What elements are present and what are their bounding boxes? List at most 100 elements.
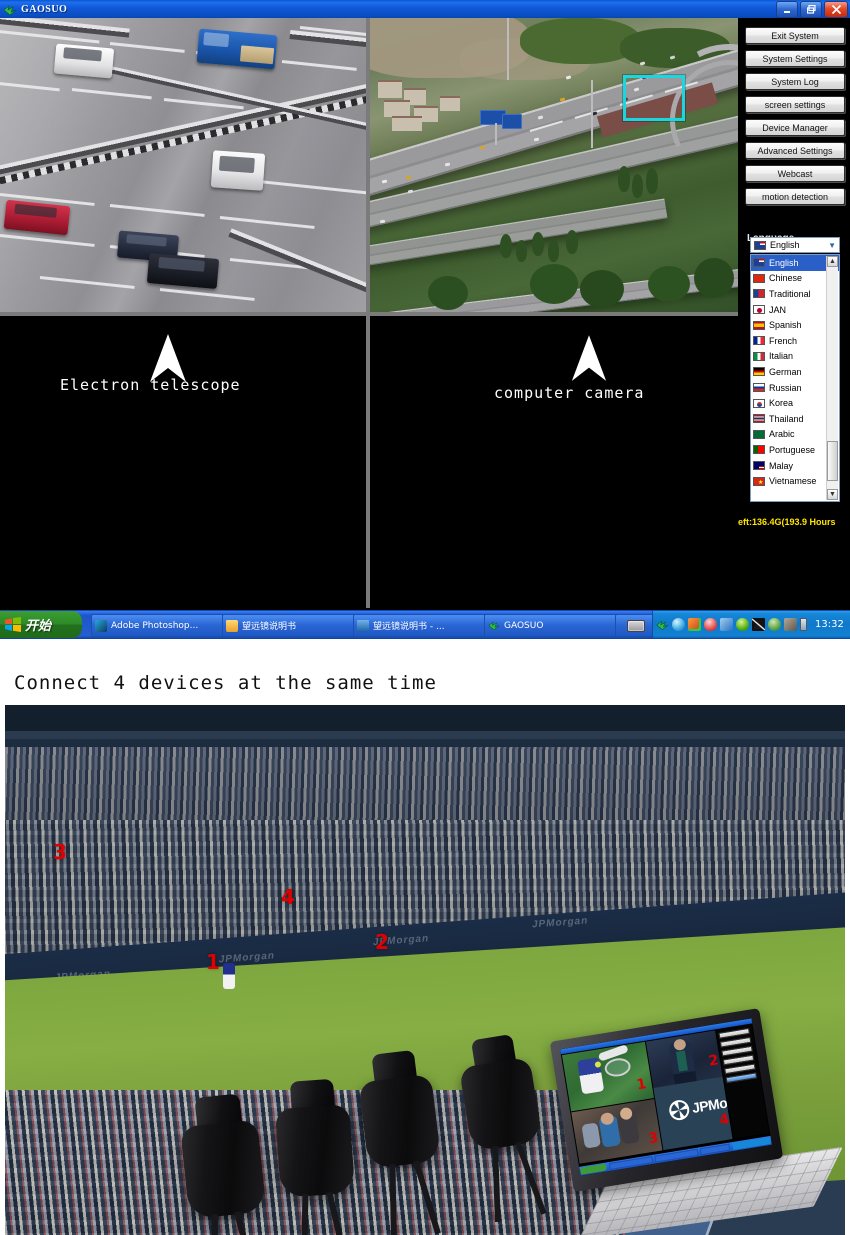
disk-status-text: eft:136.4G(193.9 Hours bbox=[738, 517, 836, 527]
flag-my-icon bbox=[753, 461, 765, 471]
taskbar-item-photoshop[interactable]: Adobe Photoshop... bbox=[91, 614, 224, 637]
gaosuo-tray-icon[interactable] bbox=[656, 618, 669, 631]
language-select[interactable]: English ▼ bbox=[750, 237, 840, 253]
photoshop-icon bbox=[95, 619, 107, 632]
refresh-icon[interactable] bbox=[768, 618, 781, 631]
qq-icon[interactable] bbox=[704, 618, 717, 631]
flag-sa-icon bbox=[753, 429, 765, 439]
window-title-bar: GAOSUO bbox=[0, 0, 850, 18]
app-icon bbox=[3, 3, 17, 16]
caption-text: Connect 4 devices at the same time bbox=[14, 671, 437, 694]
scroll-up-button[interactable]: ▲ bbox=[827, 256, 838, 267]
flag-us-icon bbox=[754, 240, 766, 250]
flag-vn-icon: ★ bbox=[753, 476, 765, 486]
scroll-down-button[interactable]: ▼ bbox=[827, 489, 838, 500]
language-select-value: English bbox=[770, 240, 800, 250]
highway-scene bbox=[0, 18, 366, 312]
taskbar-item-keyboard[interactable] bbox=[615, 614, 657, 637]
taskbar-clock[interactable]: 13:32 bbox=[815, 619, 844, 630]
empty-pane-right: computer camera bbox=[370, 316, 738, 608]
tennis-player bbox=[223, 963, 235, 989]
word-icon bbox=[357, 619, 369, 632]
selection-box[interactable] bbox=[623, 75, 685, 121]
scrollbar-thumb[interactable] bbox=[827, 441, 838, 481]
antivirus-icon[interactable] bbox=[688, 618, 701, 631]
stadium-fascia bbox=[5, 731, 845, 739]
restore-button[interactable] bbox=[800, 1, 822, 18]
flag-tw-icon bbox=[753, 289, 765, 299]
video-pane-label-computer-camera[interactable]: computer camera bbox=[370, 316, 738, 608]
flag-jp-icon bbox=[753, 305, 765, 315]
close-button[interactable] bbox=[824, 1, 848, 18]
battery-icon[interactable] bbox=[800, 618, 807, 631]
vehicle-white-van bbox=[210, 150, 266, 191]
tennis-stadium-photo: JPMorgan JPMorgan JPMorgan JPMorgan 3 4 … bbox=[5, 705, 845, 1235]
video-pane-electron-telescope[interactable] bbox=[0, 18, 366, 312]
video-pane-computer-camera[interactable] bbox=[370, 18, 738, 312]
network-icon[interactable] bbox=[720, 618, 733, 631]
motion-detection-button[interactable]: motion detection bbox=[745, 188, 845, 205]
folder-icon bbox=[226, 619, 238, 632]
device-manager-button[interactable]: Device Manager bbox=[745, 119, 845, 136]
gaosuo-app-window: GAOSUO Electron telescope computer camer… bbox=[0, 0, 850, 639]
webcast-button[interactable]: Webcast bbox=[745, 165, 845, 182]
flag-th-icon bbox=[753, 414, 765, 424]
camera-icon[interactable] bbox=[784, 618, 797, 631]
photo-marker-2: 2 bbox=[375, 930, 389, 954]
photo-marker-1: 1 bbox=[206, 950, 220, 974]
messenger-icon[interactable] bbox=[672, 618, 685, 631]
window-controls bbox=[776, 1, 848, 18]
signal-icon[interactable] bbox=[752, 618, 765, 631]
taskbar-item-gaosuo[interactable]: GAOSUO bbox=[484, 614, 617, 637]
flag-es-icon bbox=[753, 320, 765, 330]
language-list-scrollbar[interactable]: ▲ ▼ bbox=[826, 256, 838, 500]
empty-pane-left: Electron telescope bbox=[0, 316, 366, 608]
app-icon bbox=[488, 620, 500, 632]
photo-marker-4: 4 bbox=[281, 885, 295, 909]
system-log-button[interactable]: System Log bbox=[745, 73, 845, 90]
flag-pt-icon bbox=[753, 445, 765, 455]
photo-marker-3: 3 bbox=[53, 840, 67, 864]
keyboard-icon bbox=[627, 619, 645, 632]
flag-us-icon bbox=[753, 258, 765, 268]
windows-taskbar: 开始 Adobe Photoshop... 望远镜说明书 望远镜说明书 - ..… bbox=[0, 610, 850, 639]
start-button[interactable]: 开始 bbox=[0, 611, 82, 638]
vehicle-blue-truck bbox=[196, 28, 278, 70]
chevron-down-icon[interactable]: ▼ bbox=[828, 241, 836, 250]
window-title: GAOSUO bbox=[21, 3, 68, 15]
video-grid: Electron telescope computer camera bbox=[0, 18, 738, 608]
flag-cn-icon bbox=[753, 273, 765, 283]
laptop-monitor: JPMor 1 2 3 4 bbox=[549, 1008, 845, 1235]
update-icon[interactable] bbox=[736, 618, 749, 631]
taskbar-item-folder[interactable]: 望远镜说明书 bbox=[222, 614, 355, 637]
screen-sidebar-button[interactable] bbox=[725, 1072, 758, 1084]
system-settings-button[interactable]: System Settings bbox=[745, 50, 845, 67]
flag-de-icon bbox=[753, 367, 765, 377]
advanced-settings-button[interactable]: Advanced Settings bbox=[745, 142, 845, 159]
language-dropdown-list[interactable]: English Chinese Traditional JAN Spanish … bbox=[750, 254, 840, 502]
screen-marker-4: 4 bbox=[718, 1111, 731, 1129]
start-label: 开始 bbox=[25, 619, 52, 634]
screen-settings-button[interactable]: screen settings bbox=[745, 96, 845, 113]
highway-sign bbox=[502, 114, 522, 129]
flag-kr-icon bbox=[753, 398, 765, 408]
vehicle-white-suv bbox=[53, 43, 115, 79]
crowd-upper-tier bbox=[5, 747, 845, 825]
arrow-up-icon bbox=[571, 335, 607, 381]
flag-it-icon bbox=[753, 351, 765, 361]
taskbar-item-document[interactable]: 望远镜说明书 - ... bbox=[353, 614, 486, 637]
jpmorgan-logo bbox=[667, 1098, 691, 1122]
aerial-interchange-scene bbox=[370, 18, 738, 312]
system-tray: 13:32 bbox=[652, 611, 850, 638]
laptop-screen[interactable]: JPMor 1 2 3 4 bbox=[560, 1018, 772, 1176]
exit-system-button[interactable]: Exit System bbox=[745, 27, 845, 44]
pane-label-computer-camera: computer camera bbox=[494, 384, 645, 402]
caption-bar: Connect 4 devices at the same time bbox=[0, 660, 850, 705]
windows-logo-icon bbox=[5, 617, 21, 632]
flag-ru-icon bbox=[753, 383, 765, 393]
vehicle-black-sedan bbox=[146, 253, 220, 289]
flag-fr-icon bbox=[753, 336, 765, 346]
vehicle-red-sedan bbox=[3, 199, 71, 236]
video-pane-label-electron-telescope[interactable]: Electron telescope bbox=[0, 316, 366, 608]
minimize-button[interactable] bbox=[776, 1, 798, 18]
